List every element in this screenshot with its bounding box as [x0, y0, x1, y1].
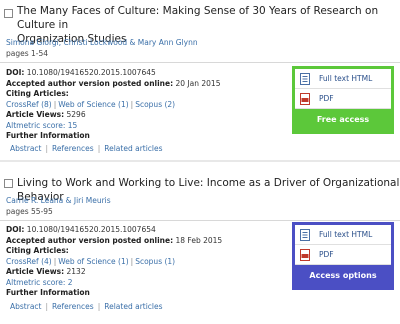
tab-references[interactable]: References	[48, 302, 98, 311]
article-title-line[interactable]: The Many Faces of Culture: Making Sense …	[17, 4, 400, 32]
select-checkbox[interactable]	[4, 179, 13, 188]
citing-label: Citing Articles:	[6, 89, 69, 98]
accepted-date: 20 Jan 2015	[175, 78, 221, 88]
accepted-label: Accepted author version posted online:	[6, 78, 174, 88]
citing-wos-link[interactable]: Web of Science (1)	[58, 100, 128, 109]
pdf-label[interactable]: PDF	[319, 94, 334, 103]
tab-abstract[interactable]: Abstract	[6, 302, 45, 311]
doi-value: 10.1080/19416520.2015.1007645	[26, 68, 156, 77]
citing-crossref-link[interactable]: CrossRef (8)	[6, 100, 52, 109]
citing-wos-link[interactable]: Web of Science (1)	[58, 257, 128, 266]
doi-label: DOI:	[6, 68, 25, 77]
further-info-label: Further Information	[6, 288, 90, 297]
article-pages: pages 1-54	[6, 49, 49, 58]
pdf-icon	[300, 93, 310, 105]
article-authors[interactable]: Simona Giorgi, Christi Lockwood & Mary A…	[6, 38, 198, 47]
article-item: The Many Faces of Culture: Making Sense …	[0, 0, 400, 156]
free-access-button[interactable]: Free access	[295, 109, 391, 131]
divider	[0, 220, 400, 221]
article-metadata: DOI: 10.1080/19416520.2015.1007654 Accep…	[6, 225, 223, 297]
views-value: 5296	[66, 110, 86, 119]
citing-crossref-link[interactable]: CrossRef (4)	[6, 257, 52, 266]
tab-related-articles[interactable]: Related articles	[100, 302, 166, 311]
fulltext-html-link[interactable]: Full text HTML	[295, 225, 391, 245]
article-separator	[0, 160, 400, 162]
accepted-date: 18 Feb 2015	[175, 235, 223, 245]
doi-value: 10.1080/19416520.2015.1007654	[26, 225, 156, 234]
html-document-icon	[300, 229, 310, 241]
article-tabs: Abstract | References | Related articles	[6, 144, 167, 153]
citing-scopus-link[interactable]: Scopus (2)	[135, 100, 175, 109]
article-pages: pages 55-95	[6, 207, 53, 216]
article-item: Living to Work and Working to Live: Inco…	[0, 164, 400, 324]
access-options-button[interactable]: Access options	[295, 265, 391, 287]
select-checkbox[interactable]	[4, 9, 13, 18]
altmetric-link[interactable]: Altmetric score: 2	[6, 278, 73, 287]
views-value: 2132	[66, 267, 86, 276]
fulltext-html-label[interactable]: Full text HTML	[319, 74, 372, 83]
pdf-link[interactable]: PDF	[295, 89, 391, 109]
pdf-label[interactable]: PDF	[319, 250, 334, 259]
access-box: Full text HTML PDF Free access	[292, 66, 394, 134]
tab-references[interactable]: References	[48, 144, 98, 153]
fulltext-html-label[interactable]: Full text HTML	[319, 230, 372, 239]
pdf-link[interactable]: PDF	[295, 245, 391, 265]
tab-related-articles[interactable]: Related articles	[100, 144, 166, 153]
pdf-icon	[300, 249, 310, 261]
citing-label: Citing Articles:	[6, 246, 69, 255]
html-document-icon	[300, 73, 310, 85]
citing-scopus-link[interactable]: Scopus (1)	[135, 257, 175, 266]
doi-label: DOI:	[6, 225, 25, 234]
access-box: Full text HTML PDF Access options	[292, 222, 394, 290]
divider	[0, 62, 400, 63]
article-metadata: DOI: 10.1080/19416520.2015.1007645 Accep…	[6, 68, 221, 140]
views-label: Article Views:	[6, 267, 65, 276]
article-authors[interactable]: Carrie R. Leana & Jiri Meuris	[6, 196, 111, 205]
tab-abstract[interactable]: Abstract	[6, 144, 45, 153]
altmetric-link[interactable]: Altmetric score: 15	[6, 121, 77, 130]
article-tabs: Abstract | References | Related articles	[6, 302, 167, 311]
fulltext-html-link[interactable]: Full text HTML	[295, 69, 391, 89]
further-info-label: Further Information	[6, 131, 90, 140]
views-label: Article Views:	[6, 110, 65, 119]
accepted-label: Accepted author version posted online:	[6, 235, 174, 245]
